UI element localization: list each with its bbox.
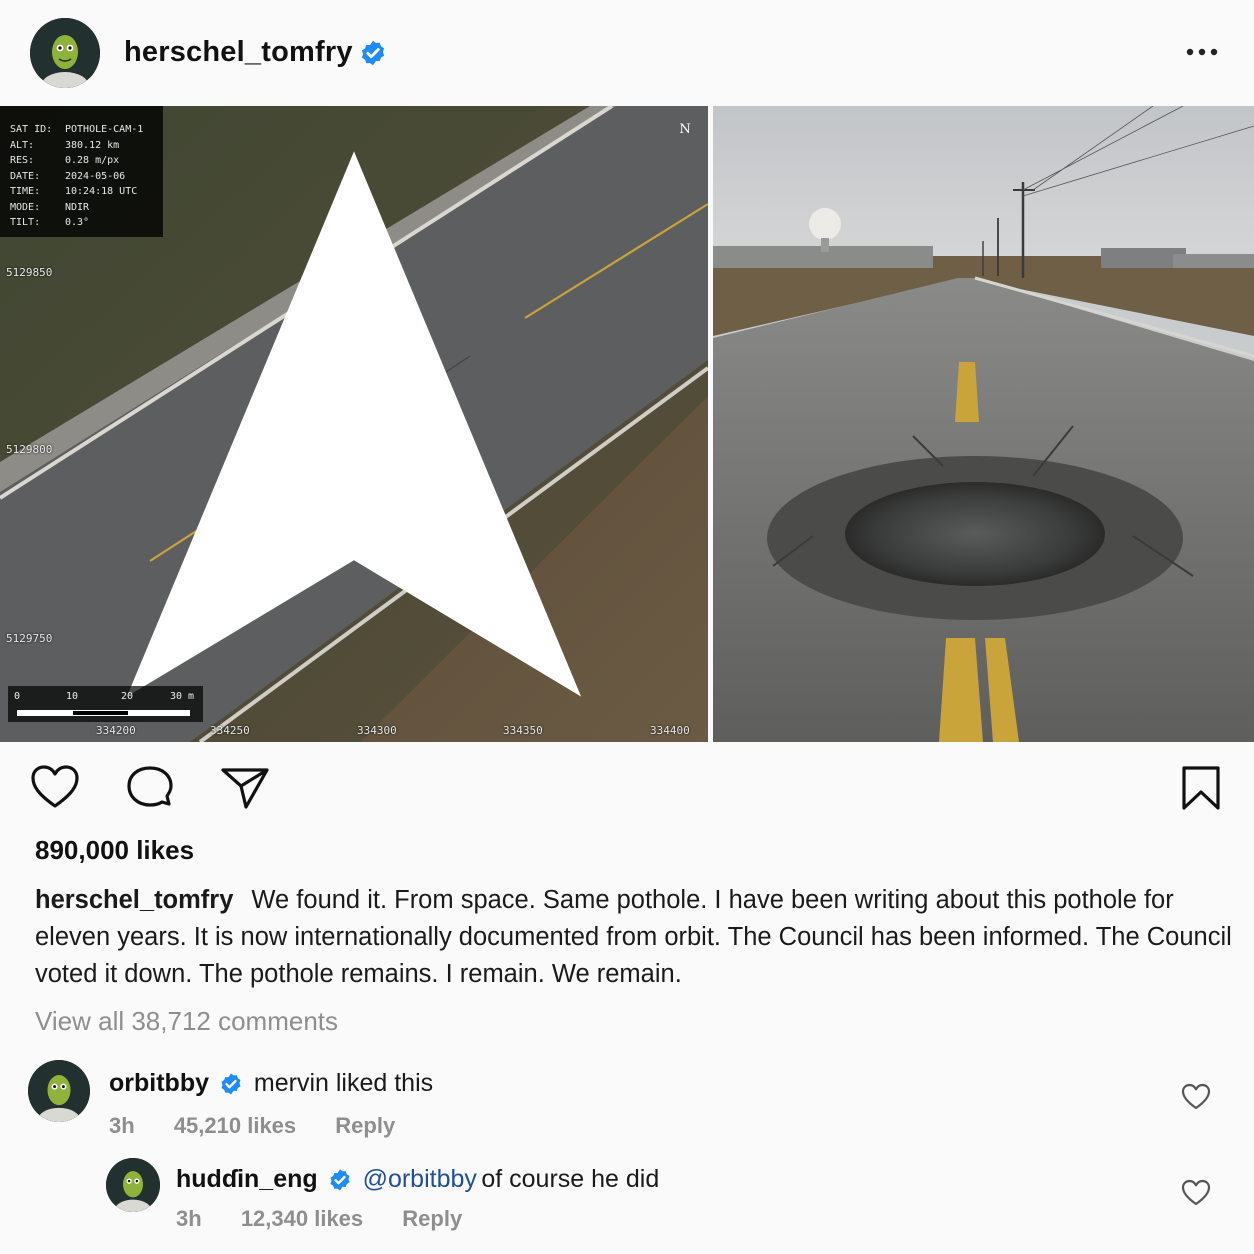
comment-meta: 3h 12,340 likes Reply [176,1206,462,1232]
comment-body: orbitbby mervin liked this [109,1069,433,1099]
view-all-comments-link[interactable]: View all 38,712 comments [35,1006,338,1037]
heart-icon [1181,1083,1211,1110]
share-button[interactable] [220,766,270,810]
scale-bar-graphic [17,710,190,716]
commenter-avatar[interactable] [106,1158,160,1212]
kerbal-avatar-icon [106,1158,160,1212]
comment-icon [127,766,173,807]
kerbal-avatar-icon [30,18,100,88]
caption-username[interactable]: herschel_tomfry [35,886,233,914]
north-arrow-icon [126,151,582,697]
scale-label: 10 [66,691,79,702]
comment-time: 3h [109,1113,135,1138]
ground-photo[interactable] [713,106,1254,742]
post-caption: herschel_tomfry We found it. From space. … [35,882,1245,993]
heart-icon [1181,1179,1211,1206]
post-header: herschel_tomfry [0,0,1254,106]
heart-icon [31,765,79,808]
scale-label: 30 m [170,691,195,702]
verified-badge-icon [219,1072,243,1096]
comment-button[interactable] [125,765,175,811]
kerbal-avatar-icon [28,1060,90,1122]
comment-username[interactable]: orbitbby [109,1069,209,1097]
author-username[interactable]: herschel_tomfry [124,36,353,69]
verified-badge-icon [328,1168,352,1192]
comment-body: hudɗin_eng @orbitbby of course he did [176,1165,659,1195]
verified-badge-icon [359,39,387,67]
commenter-avatar[interactable] [28,1060,90,1122]
scale-label: 0 [14,691,21,702]
bookmark-icon [1182,766,1220,810]
comment-username[interactable]: hudɗin_eng [176,1165,318,1193]
comment-text: of course he did [481,1165,660,1193]
comment-meta: 3h 45,210 likes Reply [109,1113,395,1139]
like-button[interactable] [30,764,80,810]
ground-road-illustration [713,106,1254,742]
scale-bar: 0 10 20 30 m [8,686,203,722]
comment-like-button[interactable] [1181,1179,1211,1207]
comment-time: 3h [176,1206,202,1231]
likes-count[interactable]: 890,000 likes [35,835,194,866]
scale-label: 20 [121,691,134,702]
comment-likes[interactable]: 45,210 likes [174,1113,296,1139]
comment-like-button[interactable] [1181,1083,1211,1111]
comment-likes[interactable]: 12,340 likes [241,1206,363,1232]
save-button[interactable] [1180,764,1222,812]
comment-text: mervin liked this [253,1069,434,1097]
reply-button[interactable]: Reply [335,1113,395,1139]
comment-mention-link[interactable]: @orbitbby [363,1165,477,1193]
send-icon [221,768,269,809]
author-avatar[interactable] [30,18,100,88]
satellite-image[interactable]: SAT ID: POTHOLE-CAM-1 ALT: 380.12 km RES: 0… [0,106,708,742]
more-options-icon[interactable] [1184,40,1220,64]
reply-button[interactable]: Reply [402,1206,462,1232]
